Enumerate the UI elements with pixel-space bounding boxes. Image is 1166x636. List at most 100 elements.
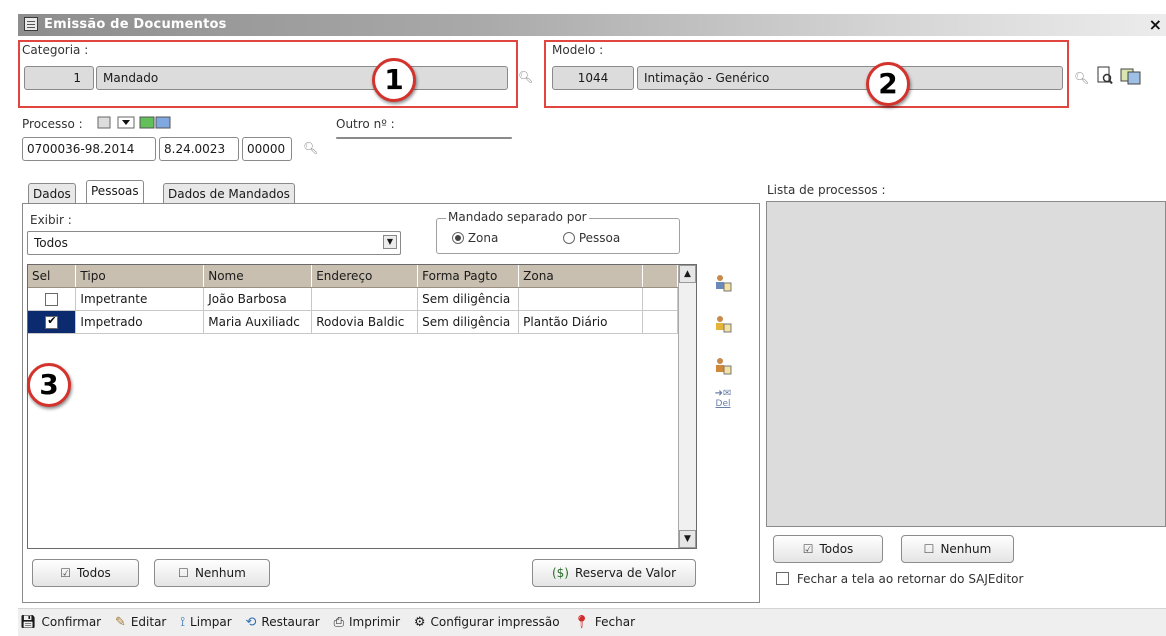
col-endereco[interactable]: Endereço bbox=[311, 265, 419, 288]
categoria-search-icon[interactable]: 🔍︎ bbox=[518, 70, 533, 84]
checklist-icon: ☑ bbox=[802, 542, 814, 556]
checklist-icon: ☑ bbox=[60, 566, 71, 580]
select-all-button[interactable]: ☑ Todos bbox=[32, 559, 139, 587]
restore-icon: ⟲ bbox=[245, 615, 257, 630]
radio-pessoa-label: Pessoa bbox=[578, 231, 621, 245]
col-extra bbox=[642, 265, 678, 288]
close-button[interactable]: × bbox=[1149, 15, 1162, 34]
imprimir-label: Imprimir bbox=[348, 615, 401, 629]
confirmar-label: Confirmar bbox=[41, 615, 102, 629]
lista-processos-box[interactable] bbox=[766, 201, 1166, 527]
select-none-button[interactable]: ☐ Nenhum bbox=[154, 559, 270, 587]
row-checkbox[interactable] bbox=[45, 314, 59, 329]
close-icon: 📍︎ bbox=[573, 615, 590, 630]
lista-select-none-label: Nenhum bbox=[940, 542, 992, 556]
delete-arrow-icon: ➜✉ bbox=[714, 388, 732, 399]
row-extra bbox=[642, 310, 678, 334]
tab-pessoas[interactable]: Pessoas bbox=[86, 180, 144, 203]
delete-person-button[interactable]: ➜✉ Del bbox=[710, 388, 736, 422]
row-checkbox[interactable] bbox=[45, 292, 59, 306]
row-zona bbox=[518, 287, 644, 311]
annotation-number-2: 2 bbox=[866, 62, 910, 106]
radio-zona-dot[interactable] bbox=[452, 232, 464, 244]
fechar-tela-label: Fechar a tela ao retornar do SAJEditor bbox=[796, 572, 1024, 586]
edit-person-icon[interactable] bbox=[713, 314, 733, 334]
bottom-toolbar: 💾︎ Confirmar ✎ Editar ⟟ Limpar ⟲ Restaurar ⎙… bbox=[18, 608, 1166, 636]
fechar-label: Fechar bbox=[594, 615, 636, 629]
limpar-label: Limpar bbox=[190, 615, 232, 629]
delete-label: Del bbox=[715, 399, 731, 409]
grid-scrollbar[interactable]: ▲ ▼ bbox=[678, 265, 696, 548]
open-editor-icon[interactable] bbox=[1120, 66, 1142, 86]
radio-zona-label: Zona bbox=[467, 231, 499, 245]
radio-zona[interactable]: Zona bbox=[452, 231, 498, 245]
col-nome[interactable]: Nome bbox=[203, 265, 313, 288]
row-checkbox-cell[interactable] bbox=[28, 287, 77, 311]
reserva-valor-label: Reserva de Valor bbox=[574, 566, 677, 580]
fechar-button[interactable]: 📍︎ Fechar bbox=[573, 609, 635, 636]
select-none-label: Nenhum bbox=[194, 566, 246, 580]
processo-search-icon[interactable]: 🔍︎ bbox=[303, 141, 318, 155]
col-tipo[interactable]: Tipo bbox=[75, 265, 205, 288]
row-nome: João Barbosa bbox=[203, 287, 313, 311]
lista-select-all-label: Todos bbox=[819, 542, 854, 556]
configurar-impressao-button[interactable]: ⚙ Configurar impressão bbox=[414, 609, 560, 636]
col-forma-pagto[interactable]: Forma Pagto bbox=[417, 265, 520, 288]
outro-numero-field[interactable] bbox=[336, 137, 512, 139]
processo-number-field[interactable]: 0700036-98.2014 bbox=[22, 137, 156, 161]
tab-dados-de-mandados[interactable]: Dados de Mandados bbox=[163, 183, 295, 204]
window-title: Emissão de Documentos bbox=[44, 17, 227, 32]
exibir-select[interactable]: Todos bbox=[27, 231, 401, 255]
row-extra bbox=[642, 287, 678, 311]
table-row[interactable]: Impetrante João Barbosa Sem diligência bbox=[28, 287, 678, 311]
editar-label: Editar bbox=[130, 615, 167, 629]
exibir-label: Exibir : bbox=[30, 213, 72, 227]
mandado-separado-label: Mandado separado por bbox=[446, 210, 589, 224]
restaurar-label: Restaurar bbox=[261, 615, 320, 629]
save-icon: 💾︎ bbox=[20, 615, 37, 630]
modelo-search-icon[interactable]: 🔍︎ bbox=[1074, 71, 1089, 85]
processo-suffix-field[interactable]: 00000 bbox=[242, 137, 292, 161]
processo-foro-field[interactable]: 8.24.0023 bbox=[159, 137, 239, 161]
radio-pessoa[interactable]: Pessoa bbox=[563, 231, 620, 245]
annotation-number-3: 3 bbox=[27, 363, 71, 407]
annotation-box-1 bbox=[18, 40, 518, 108]
fechar-tela-option[interactable]: Fechar a tela ao retornar do SAJEditor bbox=[776, 572, 1023, 586]
editar-button[interactable]: ✎ Editar bbox=[115, 609, 166, 636]
clear-icon: ⟟ bbox=[180, 615, 186, 630]
window-icon bbox=[24, 17, 38, 31]
uncheck-icon: ☐ bbox=[923, 542, 935, 556]
grid-header-row: Sel Tipo Nome Endereço Forma Pagto Zona bbox=[28, 265, 678, 288]
restaurar-button[interactable]: ⟲ Restaurar bbox=[246, 609, 320, 636]
scroll-up-icon[interactable]: ▲ bbox=[679, 265, 696, 283]
fechar-tela-checkbox[interactable] bbox=[776, 572, 789, 585]
row-endereco bbox=[311, 287, 419, 311]
col-sel[interactable]: Sel bbox=[28, 265, 77, 288]
lista-select-none-button[interactable]: ☐ Nenhum bbox=[901, 535, 1014, 563]
money-icon: ($) bbox=[551, 566, 569, 580]
row-forma-pagto: Sem diligência bbox=[417, 287, 520, 311]
reserva-valor-button[interactable]: ($) Reserva de Valor bbox=[532, 559, 696, 587]
person-details-icon[interactable] bbox=[713, 356, 733, 376]
add-person-icon[interactable] bbox=[713, 273, 733, 293]
row-zona: Plantão Diário bbox=[518, 310, 644, 334]
print-settings-icon: ⚙ bbox=[413, 615, 426, 630]
lista-processos-label: Lista de processos : bbox=[767, 183, 886, 197]
radio-pessoa-dot[interactable] bbox=[563, 232, 575, 244]
limpar-button[interactable]: ⟟ Limpar bbox=[180, 609, 231, 636]
outro-numero-label: Outro nº : bbox=[336, 117, 395, 131]
row-tipo: Impetrado bbox=[75, 310, 205, 334]
row-checkbox-cell[interactable] bbox=[28, 310, 77, 334]
preview-document-icon[interactable] bbox=[1096, 66, 1114, 86]
confirmar-button[interactable]: 💾︎ Confirmar bbox=[20, 609, 101, 636]
chevron-down-icon[interactable]: ▼ bbox=[383, 235, 397, 249]
table-row[interactable]: Impetrado Maria Auxiliadc Rodovia Baldic… bbox=[28, 310, 678, 334]
lista-select-all-button[interactable]: ☑ Todos bbox=[773, 535, 883, 563]
processo-label: Processo : bbox=[22, 117, 83, 131]
scroll-down-icon[interactable]: ▼ bbox=[679, 530, 696, 548]
row-forma-pagto: Sem diligência bbox=[417, 310, 520, 334]
processo-options[interactable] bbox=[96, 114, 196, 132]
col-zona[interactable]: Zona bbox=[518, 265, 644, 288]
tab-dados[interactable]: Dados bbox=[28, 183, 76, 204]
imprimir-button[interactable]: ⎙ Imprimir bbox=[334, 609, 400, 636]
